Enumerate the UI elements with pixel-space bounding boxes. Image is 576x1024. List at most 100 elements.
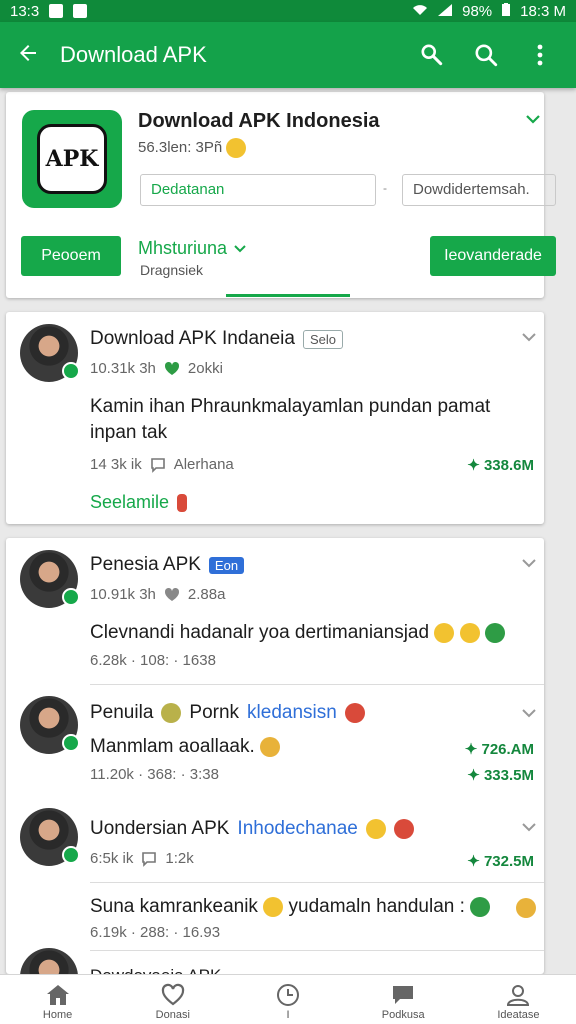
comment-icon — [142, 851, 157, 867]
smile-emoji-icon — [459, 622, 480, 643]
key-icon[interactable] — [412, 35, 452, 75]
smile-emoji-icon — [365, 819, 386, 839]
post-title-text: Download APK Indaneia — [90, 328, 295, 349]
person-icon — [507, 985, 530, 1006]
post-body: Kamin ihan Phraunkmalayamlan pundan pama… — [90, 396, 491, 443]
app-bar: Download APK — [0, 22, 576, 88]
notification-icon-2 — [73, 4, 88, 18]
comment-stats: 6:5k ik 1:2k — [90, 850, 194, 867]
post-footer[interactable]: Seelamile — [90, 492, 188, 513]
angry-emoji-icon — [393, 819, 414, 839]
leaf-emoji-icon — [161, 703, 182, 723]
post-stats-text: 14 3k ik — [90, 456, 142, 473]
search-field[interactable]: Dowdidertemsah. — [402, 174, 556, 206]
comment-stat-b: ✦ 333.5M — [467, 767, 534, 784]
comment-text: Manmlam aoallaak. — [90, 736, 255, 757]
chevron-down-icon[interactable] — [520, 818, 538, 836]
app-header-card: APK Download APK Indonesia 56.3len: 3Pñ … — [6, 92, 556, 298]
post-stats-extra: Alerhana — [173, 456, 234, 473]
status-bar: 13:3 98% 18:3 M — [0, 0, 576, 22]
nav-profile[interactable]: Ideatase — [461, 975, 576, 1024]
post-meta-text: 10.91k 3h — [90, 586, 156, 603]
sort-dropdown-label: Mhsturiuna — [138, 238, 228, 258]
online-badge-icon — [62, 734, 80, 752]
post-card-2[interactable]: Penesia APK Eon 10.91k 3h 2.88a Clevnand… — [6, 538, 544, 1006]
heart-icon — [164, 361, 179, 375]
nav-profile-label: Ideatase — [497, 1009, 540, 1021]
nav-history-label: I — [286, 1009, 290, 1021]
primary-left-button[interactable]: Peooem — [21, 236, 121, 276]
avatar[interactable] — [20, 324, 80, 382]
app-meta: 56.3len: 3Pñ — [138, 138, 247, 158]
signal-icon — [438, 3, 453, 20]
nav-history[interactable]: I — [230, 975, 345, 1024]
divider — [90, 684, 544, 685]
post-stat-right: ✦ 338.6M — [467, 457, 534, 474]
home-icon — [46, 985, 69, 1005]
back-arrow-icon[interactable] — [16, 41, 40, 70]
smile-emoji-icon — [434, 622, 455, 643]
post-card-1[interactable]: Download APK Indaneia Selo 10.31k 3h 2ok… — [6, 312, 544, 524]
chevron-down-icon[interactable] — [520, 704, 538, 722]
battery-percent: 98% — [462, 2, 493, 20]
hand-emoji-icon — [484, 622, 505, 643]
app-meta-text: 56.3len: 3Pñ — [138, 138, 223, 156]
comment-stat-a: ✦ 732.5M — [467, 853, 534, 870]
comment-body: Suna kamrankeanik yudamaln handulan : — [90, 894, 491, 920]
avatar[interactable] — [20, 550, 80, 608]
chevron-down-icon — [234, 244, 246, 252]
comment-link[interactable]: Inhodechanae — [237, 818, 357, 840]
wave-emoji-icon — [516, 898, 536, 918]
chevron-down-icon[interactable] — [520, 328, 538, 346]
post-title: Download APK Indaneia Selo — [90, 328, 343, 350]
comment-text: Suna kamrankeanik — [90, 896, 258, 917]
clock: 18:3 M — [520, 2, 566, 20]
smile-emoji-icon — [470, 896, 491, 917]
avatar[interactable] — [20, 696, 80, 754]
chat-icon — [393, 986, 414, 1004]
smile-emoji-icon — [226, 138, 247, 158]
search-icon[interactable] — [466, 35, 506, 75]
online-badge-icon — [62, 846, 80, 864]
post-stats: 6.28k · 108: · 1638 — [90, 652, 216, 669]
app-name: Download APK Indonesia — [138, 110, 380, 132]
divider — [90, 882, 544, 883]
post-meta-extra: 2.88a — [187, 586, 226, 603]
comment-link[interactable]: kledansisn — [247, 702, 337, 724]
comment-title: Uondersian APK Inhodechanae — [90, 818, 414, 840]
online-badge-icon — [62, 362, 80, 380]
post-title: Penesia APK Eon — [90, 554, 245, 576]
comment-text-2: yudamaln handulan : — [288, 896, 465, 917]
app-logo-text: APK — [37, 124, 107, 194]
post-body-text: Clevnandi hadanalr yoa dertimaniansjad — [90, 622, 430, 643]
field-separator: - — [383, 181, 387, 195]
post-footer-link[interactable]: Seelamile — [90, 492, 169, 513]
category-field[interactable]: Dedatanan — [140, 174, 376, 206]
chevron-down-icon[interactable] — [520, 554, 538, 572]
nav-donasi[interactable]: Donasi — [115, 975, 230, 1024]
heart-icon — [164, 587, 179, 601]
status-time: 13:3 — [10, 2, 40, 20]
chevron-down-icon[interactable] — [524, 110, 542, 128]
post-meta-extra: 2okki — [187, 360, 223, 377]
bottom-navigation: Home Donasi I Podkusa Ideatase — [0, 974, 576, 1024]
comment-author: Penuila — [90, 702, 154, 723]
nav-podkusa[interactable]: Podkusa — [346, 975, 461, 1024]
comment-icon — [150, 457, 165, 473]
divider — [90, 950, 544, 951]
app-logo: APK — [22, 110, 122, 208]
sort-dropdown[interactable]: Mhsturiuna — [138, 238, 247, 259]
comment-title: Penuila Pornk kledansisn — [90, 702, 365, 724]
love-emoji-icon — [344, 703, 365, 723]
clap-emoji-icon — [260, 736, 281, 757]
primary-right-button[interactable]: Ieovanderade — [430, 236, 556, 276]
comment-stats-text: 6:5k ik — [90, 850, 134, 867]
nav-home[interactable]: Home — [0, 975, 115, 1024]
comment-stat-a: ✦ 726.AM — [464, 741, 534, 758]
more-vert-icon[interactable] — [520, 35, 560, 75]
notification-icon — [49, 4, 64, 18]
comment-stats: 11.20k · 368: · 3:38 — [90, 766, 219, 783]
avatar[interactable] — [20, 808, 80, 866]
comment-author-2: Pornk — [189, 702, 240, 723]
battery-icon — [502, 2, 511, 20]
